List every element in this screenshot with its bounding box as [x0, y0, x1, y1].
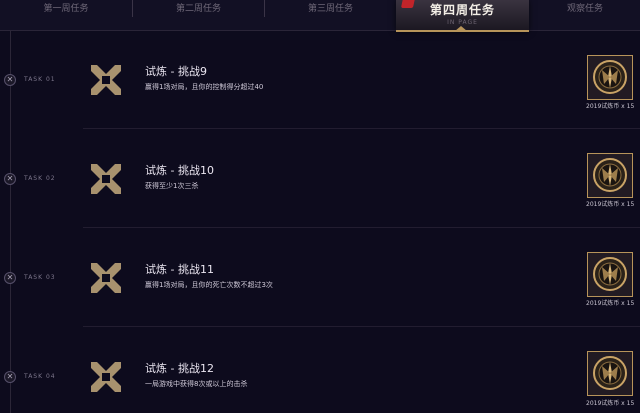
- task-node-x-icon: ✕: [4, 371, 16, 383]
- task-row: [83, 228, 577, 328]
- task-node-x-icon: ✕: [4, 173, 16, 185]
- tab-week-4-label: 第四周任务: [429, 3, 495, 17]
- task-row: [83, 30, 577, 130]
- reward-token-icon[interactable]: [587, 252, 633, 297]
- task-node-x-icon: ✕: [4, 272, 16, 284]
- reward-label: 2019试炼币 x 15: [586, 300, 635, 307]
- tab-week-4-sublabel: IN PAGE: [447, 19, 478, 26]
- token-emblem-icon: [593, 257, 627, 291]
- token-emblem-icon: [593, 158, 627, 192]
- week-tabs: 第一周任务 第二周任务 第三周任务 第四周任务 IN PAGE 观察任务: [0, 0, 640, 32]
- crossed-swords-icon: [91, 362, 121, 392]
- task-id: TASK 04: [24, 373, 56, 380]
- reward-label: 2019试炼币 x 15: [586, 201, 635, 208]
- task-node-x-icon: ✕: [4, 74, 16, 86]
- task-description: 赢得1场对局，且你的控制得分超过40: [145, 83, 264, 91]
- task-description: 一局游戏中获得8次或以上的击杀: [145, 380, 248, 388]
- token-emblem-icon: [593, 356, 627, 390]
- task-title: 试炼 - 挑战12: [145, 362, 214, 375]
- crossed-swords-icon: [91, 65, 121, 95]
- reward-token-icon[interactable]: [587, 153, 633, 198]
- task-title: 试炼 - 挑战10: [145, 164, 214, 177]
- task-description: 获得至少1次三杀: [145, 182, 199, 190]
- tab-week-4[interactable]: 第四周任务 IN PAGE: [396, 0, 529, 32]
- reward-label: 2019试炼币 x 15: [586, 103, 635, 110]
- task-id: TASK 01: [24, 76, 56, 83]
- tab-week-1[interactable]: 第一周任务: [0, 0, 132, 20]
- task-row: [83, 129, 577, 229]
- task-timeline: [10, 30, 11, 413]
- task-description: 赢得1场对局，且你的死亡次数不超过3次: [145, 281, 273, 289]
- tab-observe[interactable]: 观察任务: [530, 0, 640, 20]
- crossed-swords-icon: [91, 263, 121, 293]
- reward-label: 2019试炼币 x 15: [586, 400, 635, 407]
- crossed-swords-icon: [91, 164, 121, 194]
- task-title: 试炼 - 挑战9: [145, 65, 207, 78]
- new-badge-icon: [400, 0, 416, 8]
- task-id: TASK 02: [24, 175, 56, 182]
- reward-token-icon[interactable]: [587, 55, 633, 100]
- token-emblem-icon: [593, 60, 627, 94]
- tab-week-2[interactable]: 第二周任务: [133, 0, 264, 20]
- tab-week-3[interactable]: 第三周任务: [265, 0, 396, 20]
- task-title: 试炼 - 挑战11: [145, 263, 214, 276]
- reward-token-icon[interactable]: [587, 351, 633, 396]
- task-id: TASK 03: [24, 274, 56, 281]
